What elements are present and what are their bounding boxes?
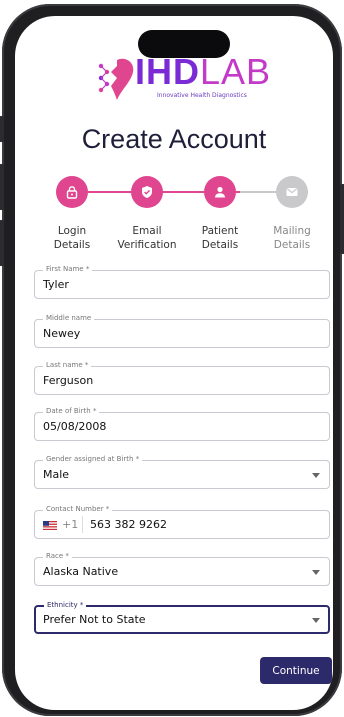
page-title: Create Account: [81, 124, 267, 154]
brand-name-light: LAB: [200, 51, 272, 92]
last-name-field[interactable]: Last name * Ferguson: [34, 361, 330, 395]
race-label: Race *: [43, 552, 72, 560]
step-label-line1: Patient: [201, 225, 239, 237]
country-code[interactable]: +1: [62, 518, 78, 531]
step-label-line2: Verification: [117, 239, 177, 251]
step-label-line1: Mailing: [273, 225, 311, 237]
brand-tagline: Innovative Health Diagnostics: [157, 92, 247, 99]
first-name-value[interactable]: Tyler: [43, 278, 69, 291]
last-name-value[interactable]: Ferguson: [43, 374, 93, 387]
ethnicity-select[interactable]: Ethnicity * Prefer Not to State: [34, 601, 330, 634]
brand-logo: IHDLAB Innovative Health Diagnostics: [95, 52, 295, 104]
first-name-label: First Name *: [43, 265, 93, 273]
step-mailing-circle[interactable]: [276, 176, 308, 208]
step-email-circle[interactable]: [131, 176, 163, 208]
gender-select[interactable]: Gender assigned at Birth * Male: [34, 455, 330, 489]
us-flag-icon[interactable]: [43, 521, 57, 530]
power-button: [340, 184, 344, 254]
contact-number-label: Contact Number *: [43, 505, 113, 513]
middle-name-label: Middle name: [43, 314, 95, 322]
heart-pulse-logo-icon: [98, 58, 134, 100]
dob-label: Date of Birth *: [43, 407, 100, 415]
continue-button[interactable]: Continue: [260, 657, 332, 684]
ethnicity-value: Prefer Not to State: [43, 613, 146, 626]
ethnicity-label: Ethnicity *: [44, 601, 87, 609]
step-login-circle[interactable]: [56, 176, 88, 208]
gender-label: Gender assigned at Birth *: [43, 455, 143, 463]
app-screen: IHDLAB Innovative Health Diagnostics Cre…: [15, 16, 333, 710]
step-label-line1: Email: [132, 225, 162, 237]
brand-name: IHDLAB: [135, 52, 271, 92]
brand-name-bold: IHD: [135, 51, 200, 92]
step-patient-label: Patient Details: [185, 224, 255, 252]
dob-field[interactable]: Date of Birth * 05/08/2008: [34, 407, 330, 441]
person-icon: [215, 186, 225, 198]
first-name-field[interactable]: First Name * Tyler: [34, 265, 330, 299]
phone-divider: [82, 516, 83, 533]
step-patient-circle[interactable]: [204, 176, 236, 208]
middle-name-value[interactable]: Newey: [43, 327, 80, 340]
mail-icon: [286, 188, 298, 196]
middle-name-field[interactable]: Middle name Newey: [34, 314, 330, 348]
race-value: Alaska Native: [43, 565, 119, 578]
chevron-down-icon[interactable]: [312, 618, 320, 623]
step-mailing-label: Mailing Details: [257, 224, 327, 252]
shield-check-icon: [142, 186, 152, 198]
phone-frame: IHDLAB Innovative Health Diagnostics Cre…: [0, 4, 344, 716]
mute-switch: [0, 116, 4, 142]
chevron-down-icon[interactable]: [312, 473, 320, 478]
step-label-line2: Details: [53, 239, 91, 251]
dob-value[interactable]: 05/08/2008: [43, 420, 106, 433]
volume-up-button: [0, 164, 4, 210]
step-label-line2: Details: [201, 239, 239, 251]
contact-number-value[interactable]: 563 382 9262: [90, 518, 167, 531]
gender-value: Male: [43, 468, 70, 481]
contact-number-field[interactable]: Contact Number * +1 563 382 9262: [34, 505, 330, 539]
lock-icon: [66, 186, 78, 199]
volume-down-button: [0, 220, 4, 266]
step-email-label: Email Verification: [112, 224, 182, 252]
step-label-line2: Details: [273, 239, 311, 251]
step-label-line1: Login: [57, 225, 87, 237]
chevron-down-icon[interactable]: [312, 570, 320, 575]
race-select[interactable]: Race * Alaska Native: [34, 552, 330, 586]
step-login-label: Login Details: [37, 224, 107, 252]
last-name-label: Last name *: [43, 361, 92, 369]
